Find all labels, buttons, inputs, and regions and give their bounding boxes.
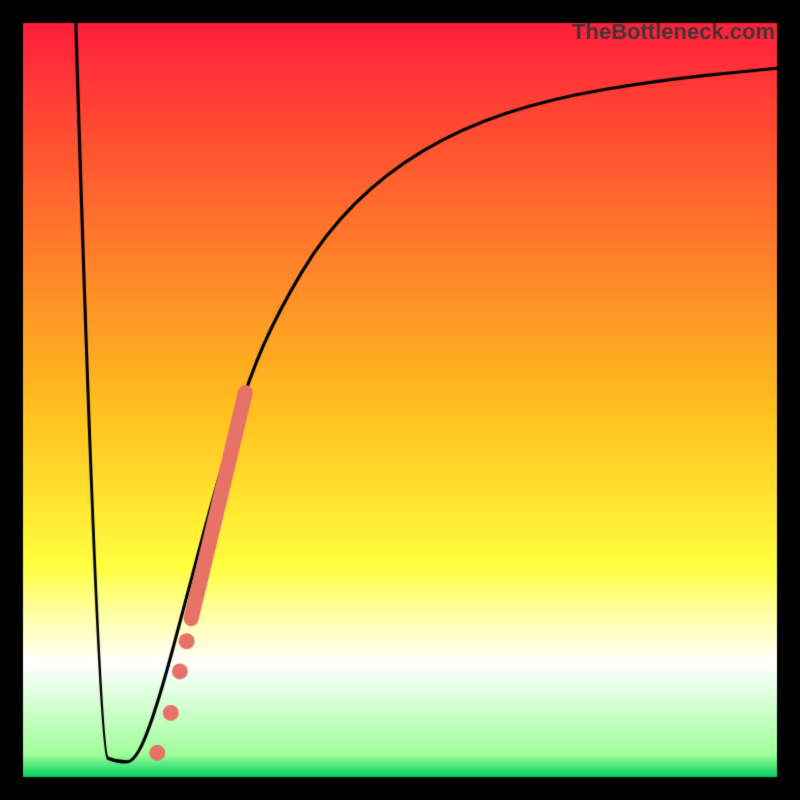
chart-overlay [0,0,800,800]
chart-container [0,0,800,800]
